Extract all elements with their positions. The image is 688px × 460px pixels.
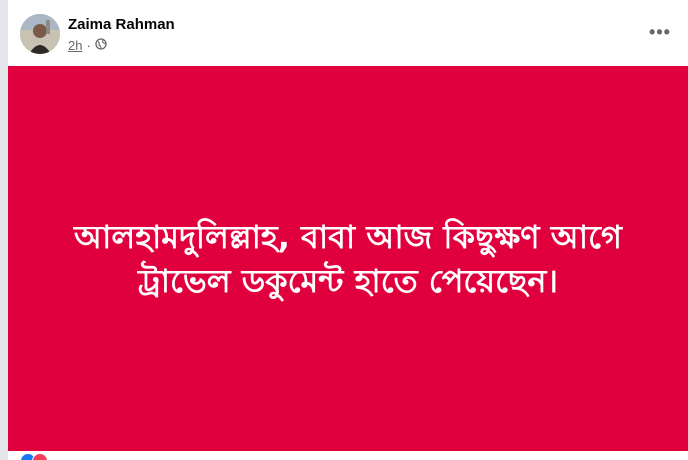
post-text-line-1: আলহামদুলিল্লাহ, বাবা আজ কিছুক্ষণ আগে xyxy=(74,217,622,256)
post-options-button[interactable]: ••• xyxy=(648,22,672,42)
post-text-background[interactable]: আলহামদুলিল্লাহ, বাবা আজ কিছুক্ষণ আগে ট্র… xyxy=(8,66,688,451)
post-meta: 2h · xyxy=(68,37,107,53)
post-header: Zaima Rahman 2h · ••• xyxy=(8,0,688,66)
meta-separator: · xyxy=(86,37,91,53)
author-avatar[interactable] xyxy=(20,14,60,54)
post-card: Zaima Rahman 2h · ••• আলহামদুলিল্লাহ, বা… xyxy=(8,0,688,460)
love-reaction-icon xyxy=(32,453,48,460)
post-text: আলহামদুলিল্লাহ, বাবা আজ কিছুক্ষণ আগে ট্র… xyxy=(54,215,642,303)
reaction-summary[interactable] xyxy=(20,453,48,460)
post-timestamp[interactable]: 2h xyxy=(68,38,82,53)
author-name[interactable]: Zaima Rahman xyxy=(68,16,175,33)
globe-icon[interactable] xyxy=(95,37,107,53)
avatar-photo xyxy=(20,14,60,54)
post-text-line-2: ট্রাভেল ডকুমেন্ট হাতে পেয়েছেন। xyxy=(138,261,558,300)
